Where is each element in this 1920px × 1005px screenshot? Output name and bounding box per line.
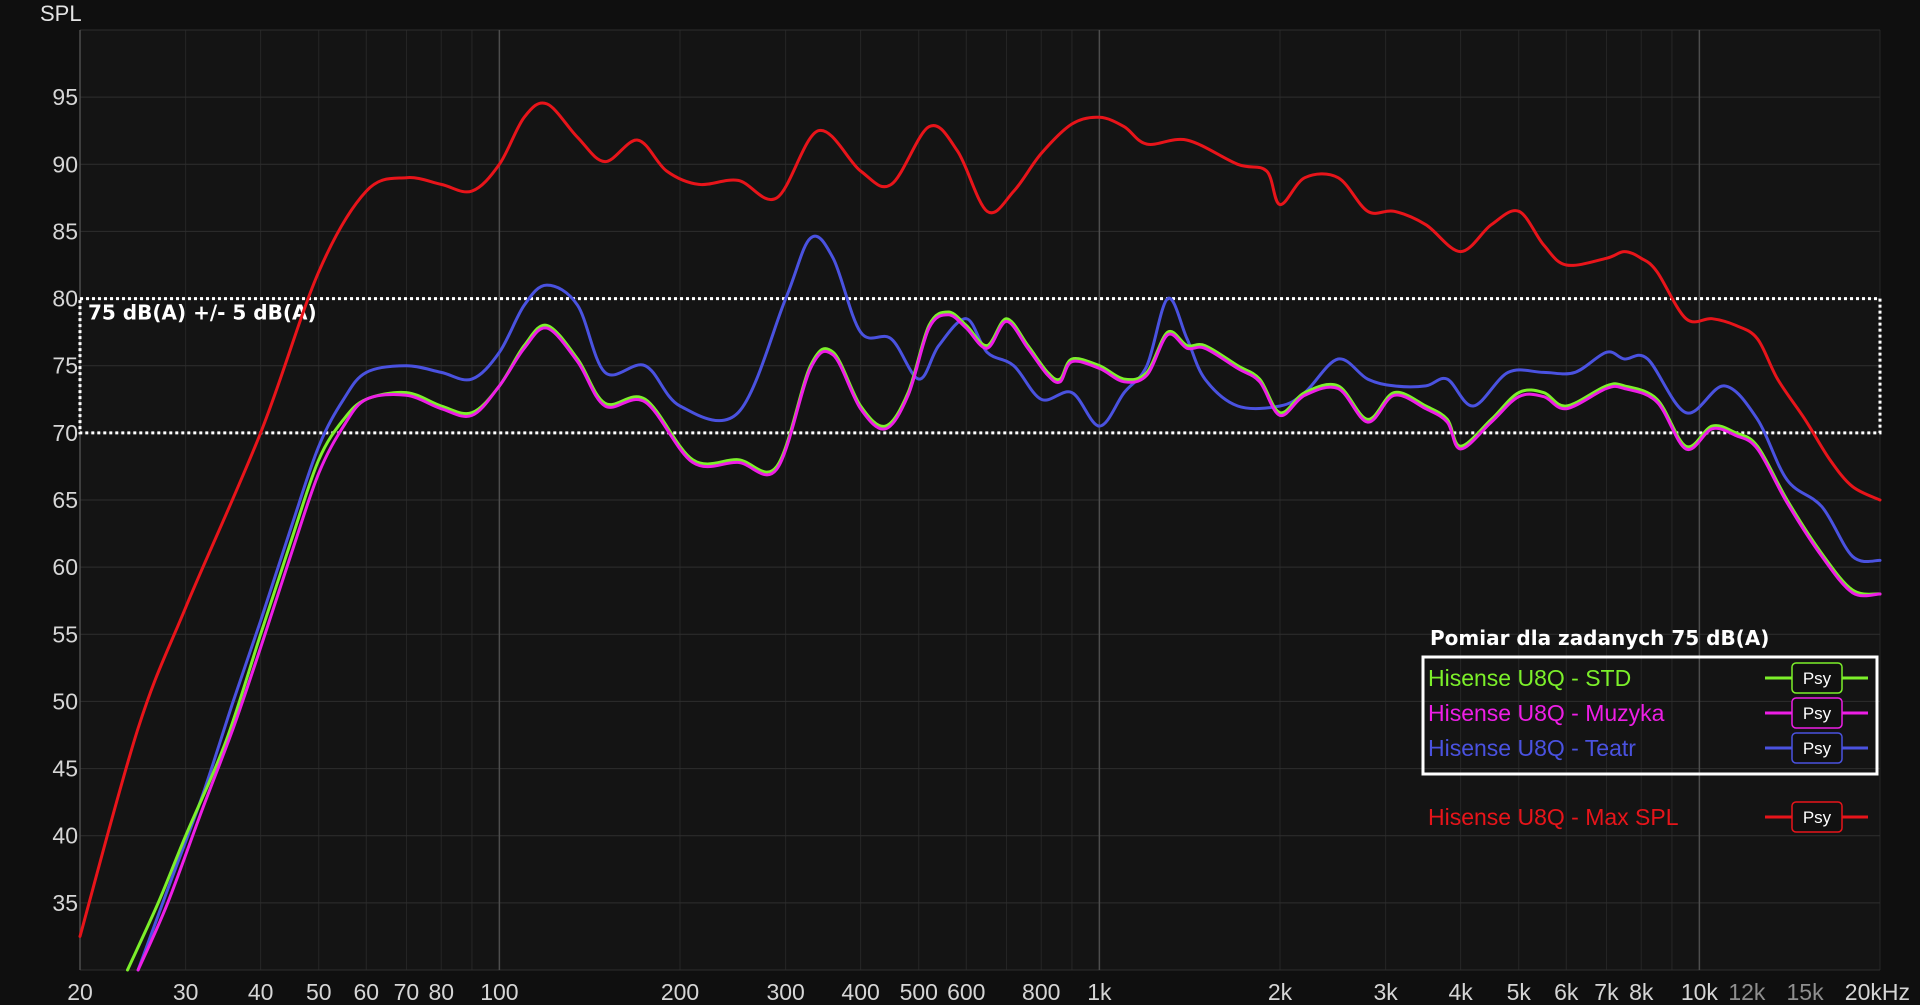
y-tick-label: 70 (52, 420, 78, 446)
psy-button-label: Psy (1803, 739, 1832, 758)
x-tick-label: 50 (306, 979, 332, 1005)
x-tick-label: 5k (1507, 979, 1532, 1005)
y-tick-label: 80 (52, 286, 78, 312)
x-tick-label: 30 (173, 979, 199, 1005)
x-tick-label: 800 (1022, 979, 1060, 1005)
x-tick-label: 80 (428, 979, 454, 1005)
x-tick-label: 60 (353, 979, 379, 1005)
legend-entry-teatr: Hisense U8Q - Teatr (1428, 735, 1636, 761)
legend-entry-std: Hisense U8Q - STD (1428, 665, 1631, 691)
x-tick-label: 300 (766, 979, 804, 1005)
legend-entry-max-spl: Hisense U8Q - Max SPL (1428, 804, 1679, 830)
y-tick-label: 35 (52, 890, 78, 916)
x-tick-label: 10k (1681, 979, 1719, 1005)
y-tick-label: 45 (52, 756, 78, 782)
y-tick-label: 75 (52, 353, 78, 379)
y-tick-label: 40 (52, 823, 78, 849)
x-tick-label: 200 (661, 979, 699, 1005)
x-tick-label: 15k (1786, 979, 1824, 1005)
y-tick-label: 60 (52, 554, 78, 580)
y-tick-label: 50 (52, 688, 78, 714)
psy-button-label: Psy (1803, 669, 1832, 688)
x-tick-label: 4k (1448, 979, 1473, 1005)
y-tick-label: 90 (52, 151, 78, 177)
frequency-response-chart: 75 dB(A) +/- 5 dB(A) 35 40 45 50 55 60 65 70 75 8… (0, 0, 1920, 1005)
x-tick-label: 70 (394, 979, 420, 1005)
y-tick-label: 95 (52, 84, 78, 110)
psy-button-label: Psy (1803, 704, 1832, 723)
x-tick-label: 400 (841, 979, 879, 1005)
y-axis-label: SPL (40, 1, 82, 26)
psy-button-label: Psy (1803, 808, 1832, 827)
x-tick-label: 20kHz (1845, 979, 1910, 1005)
y-tick-label: 55 (52, 621, 78, 647)
x-tick-label: 500 (900, 979, 938, 1005)
y-tick-label: 85 (52, 218, 78, 244)
x-tick-label: 100 (480, 979, 518, 1005)
x-tick-label: 12k (1728, 979, 1766, 1005)
x-tick-label: 7k (1594, 979, 1619, 1005)
x-tick-label: 600 (947, 979, 985, 1005)
x-tick-label: 3k (1374, 979, 1399, 1005)
x-tick-label: 1k (1087, 979, 1112, 1005)
y-tick-label: 65 (52, 487, 78, 513)
x-tick-label: 6k (1554, 979, 1579, 1005)
x-tick-label: 20 (67, 979, 93, 1005)
target-band-label: 75 dB(A) +/- 5 dB(A) (88, 301, 317, 325)
x-tick-label: 40 (248, 979, 274, 1005)
legend-title: Pomiar dla zadanych 75 dB(A) (1430, 626, 1769, 650)
x-tick-label: 8k (1629, 979, 1654, 1005)
x-tick-label: 2k (1268, 979, 1293, 1005)
legend-entry-muzyka: Hisense U8Q - Muzyka (1428, 700, 1665, 726)
